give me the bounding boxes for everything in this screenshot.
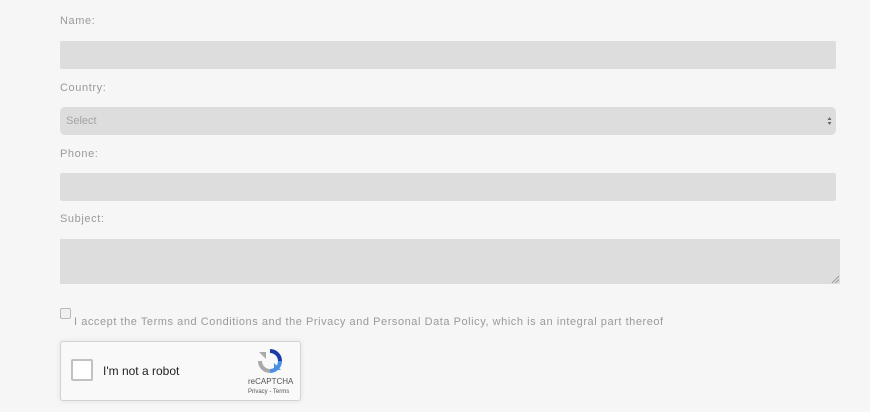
country-select[interactable]: Select [60,107,836,135]
name-label: Name: [60,15,96,27]
terms-text: I accept the Terms and Conditions and th… [74,316,664,328]
recaptcha-privacy-link[interactable]: Privacy [248,389,268,395]
recaptcha-brand: reCAPTCHA [248,377,294,386]
subject-textarea[interactable] [60,239,840,284]
recaptcha-logo-icon [258,349,282,373]
terms-checkbox[interactable] [60,308,71,319]
select-arrows-icon [827,117,832,125]
recaptcha-links: Privacy - Terms [248,389,289,395]
country-select-value: Select [66,115,97,127]
phone-label: Phone: [60,148,99,160]
recaptcha-checkbox[interactable] [71,359,93,381]
country-label: Country: [60,82,107,94]
subject-label: Subject: [60,213,105,225]
recaptcha-widget: I'm not a robot reCAPTCHA Privacy - Term… [60,341,301,401]
resize-handle-icon[interactable] [831,275,839,283]
recaptcha-label: I'm not a robot [103,364,180,378]
phone-input[interactable] [60,173,836,201]
name-input[interactable] [60,41,836,69]
recaptcha-terms-link[interactable]: Terms [273,389,289,395]
